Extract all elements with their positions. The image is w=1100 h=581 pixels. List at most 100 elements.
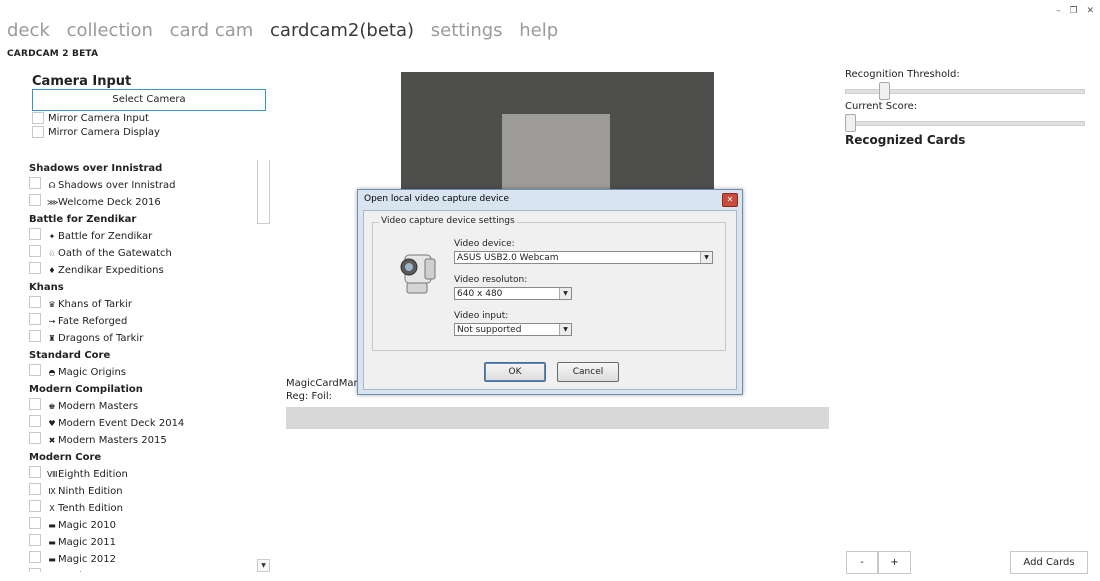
set-checkbox[interactable] (29, 228, 41, 240)
video-input-value: Not supported (457, 325, 522, 335)
set-checkbox[interactable] (29, 177, 41, 189)
set-item[interactable]: ⋙Welcome Deck 2016 (29, 194, 257, 211)
window-controls: – ❐ ✕ (1050, 6, 1094, 16)
set-item[interactable]: ♚ Modern Masters (29, 398, 257, 415)
video-device-select[interactable]: ASUS USB2.0 Webcam ▼ (454, 251, 713, 264)
set-group-heading: Modern Compilation (29, 384, 143, 395)
set-checkbox[interactable] (29, 313, 41, 325)
dialog-cancel-button[interactable]: Cancel (557, 362, 619, 382)
set-checkbox[interactable] (29, 364, 41, 376)
set-item[interactable]: ♛ Khans of Tarkir (29, 296, 257, 313)
set-label: Magic 2010 (58, 520, 117, 531)
set-checkbox[interactable] (29, 568, 41, 572)
dialog-close-icon[interactable]: ✕ (722, 193, 738, 207)
mirror-input-option[interactable]: Mirror Camera Input (32, 112, 149, 124)
nav-collection[interactable]: collection (67, 20, 153, 41)
restore-button[interactable]: ❐ (1070, 6, 1078, 16)
set-checkbox[interactable] (29, 466, 41, 478)
set-label: Khans of Tarkir (58, 299, 132, 310)
set-item[interactable]: ◓ Magic Origins (29, 364, 257, 381)
set-item[interactable]: ▬ Magic 2010 (29, 517, 257, 534)
set-checkbox[interactable] (29, 415, 41, 427)
nav-help[interactable]: help (519, 20, 558, 41)
set-item[interactable]: ♜ Dragons of Tarkir (29, 330, 257, 347)
set-checkbox[interactable] (29, 432, 41, 444)
set-symbol-icon: ♥ (48, 419, 56, 428)
scroll-down-button[interactable]: ▼ (257, 559, 270, 572)
minimize-button[interactable]: – (1056, 6, 1061, 16)
video-input-dropdown-icon[interactable]: ▼ (559, 324, 571, 335)
nav-settings[interactable]: settings (431, 20, 503, 41)
set-item[interactable]: ♥ Modern Event Deck 2014 (29, 415, 257, 432)
set-checkbox[interactable] (29, 398, 41, 410)
set-checkbox[interactable] (29, 296, 41, 308)
nav-card-cam[interactable]: card cam (170, 20, 254, 41)
mirror-display-option[interactable]: Mirror Camera Display (32, 126, 160, 138)
set-item[interactable]: ⇝ Fate Reforged (29, 313, 257, 330)
set-symbol-icon: ♛ (48, 300, 56, 309)
set-checkbox[interactable] (29, 245, 41, 257)
set-group-heading: Khans (29, 282, 64, 293)
set-symbol-icon: ▬ (47, 568, 57, 572)
video-resolution-value: 640 x 480 (457, 289, 503, 299)
mirror-input-checkbox[interactable] (32, 112, 44, 124)
set-checkbox[interactable] (29, 551, 41, 563)
set-checkbox[interactable] (29, 500, 41, 512)
video-resolution-select[interactable]: 640 x 480 ▼ (454, 287, 572, 300)
set-symbol-icon: ▬ (48, 538, 56, 547)
decrease-button[interactable]: - (846, 551, 878, 574)
set-symbol-icon: ✖ (48, 436, 56, 445)
set-checkbox[interactable] (29, 262, 41, 274)
set-item[interactable]: ✦ Battle for Zendikar (29, 228, 257, 245)
set-symbol-icon: ♜ (48, 334, 56, 343)
dialog-ok-button[interactable]: OK (484, 362, 546, 382)
set-symbol-icon: Ⅸ (48, 487, 56, 496)
set-item[interactable]: ▬ Magic 2012 (29, 551, 257, 568)
dialog-title: Open local video capture device (364, 194, 510, 204)
dialog-body: Video capture device settings Video devi… (363, 210, 737, 390)
recognition-threshold-thumb[interactable] (879, 82, 891, 100)
video-input-select[interactable]: Not supported ▼ (454, 323, 572, 336)
set-label: Battle for Zendikar (58, 231, 153, 242)
set-item[interactable]: ✖ Modern Masters 2015 (29, 432, 257, 449)
set-group-heading: Battle for Zendikar (29, 214, 137, 225)
increase-button[interactable]: + (878, 551, 911, 574)
set-item[interactable]: ⅧEighth Edition (29, 466, 257, 483)
set-label: Ninth Edition (58, 486, 123, 497)
close-window-button[interactable]: ✕ (1086, 6, 1094, 16)
mirror-display-checkbox[interactable] (32, 126, 44, 138)
set-checkbox[interactable] (29, 483, 41, 495)
nav-deck[interactable]: deck (7, 20, 50, 41)
match-progress-bar (286, 407, 829, 429)
page-subtitle: CARDCAM 2 BETA (7, 49, 99, 59)
set-item[interactable]: ▬ Magic 2011 (29, 534, 257, 551)
set-checkbox[interactable] (29, 194, 41, 206)
main-nav: deck collection card cam cardcam2(beta) … (7, 20, 569, 41)
set-symbol-icon: ⇝ (48, 317, 56, 326)
set-list[interactable]: Shadows over Innistrad ☊ Shadows over Inni… (29, 160, 257, 572)
set-item[interactable]: ♘ Oath of the Gatewatch (29, 245, 257, 262)
video-device-dropdown-icon[interactable]: ▼ (700, 252, 712, 263)
set-label: Dragons of Tarkir (58, 333, 144, 344)
set-label: Fate Reforged (58, 316, 128, 327)
set-checkbox[interactable] (29, 534, 41, 546)
video-resolution-dropdown-icon[interactable]: ▼ (559, 288, 571, 299)
add-cards-button[interactable]: Add Cards (1010, 551, 1088, 574)
set-item[interactable]: ☊ Shadows over Innistrad (29, 177, 257, 194)
current-score-label: Current Score: (845, 101, 918, 112)
set-label: Welcome Deck 2016 (58, 197, 161, 208)
set-item[interactable]: Ⅹ Tenth Edition (29, 500, 257, 517)
select-camera-button[interactable]: Select Camera (32, 89, 266, 111)
scrollbar-track[interactable] (257, 160, 270, 224)
set-item[interactable]: ▬Magic 2013 (29, 568, 257, 572)
set-group-heading: Shadows over Innistrad (29, 163, 163, 174)
nav-cardcam2-beta[interactable]: cardcam2(beta) (270, 20, 414, 41)
set-checkbox[interactable] (29, 517, 41, 529)
set-item[interactable]: Ⅸ Ninth Edition (29, 483, 257, 500)
video-device-value: ASUS USB2.0 Webcam (457, 253, 559, 263)
video-input-label: Video input: (454, 311, 509, 321)
set-symbol-icon: ♦ (48, 266, 56, 275)
set-checkbox[interactable] (29, 330, 41, 342)
current-score-thumb (845, 114, 856, 132)
set-item[interactable]: ♦ Zendikar Expeditions (29, 262, 257, 279)
